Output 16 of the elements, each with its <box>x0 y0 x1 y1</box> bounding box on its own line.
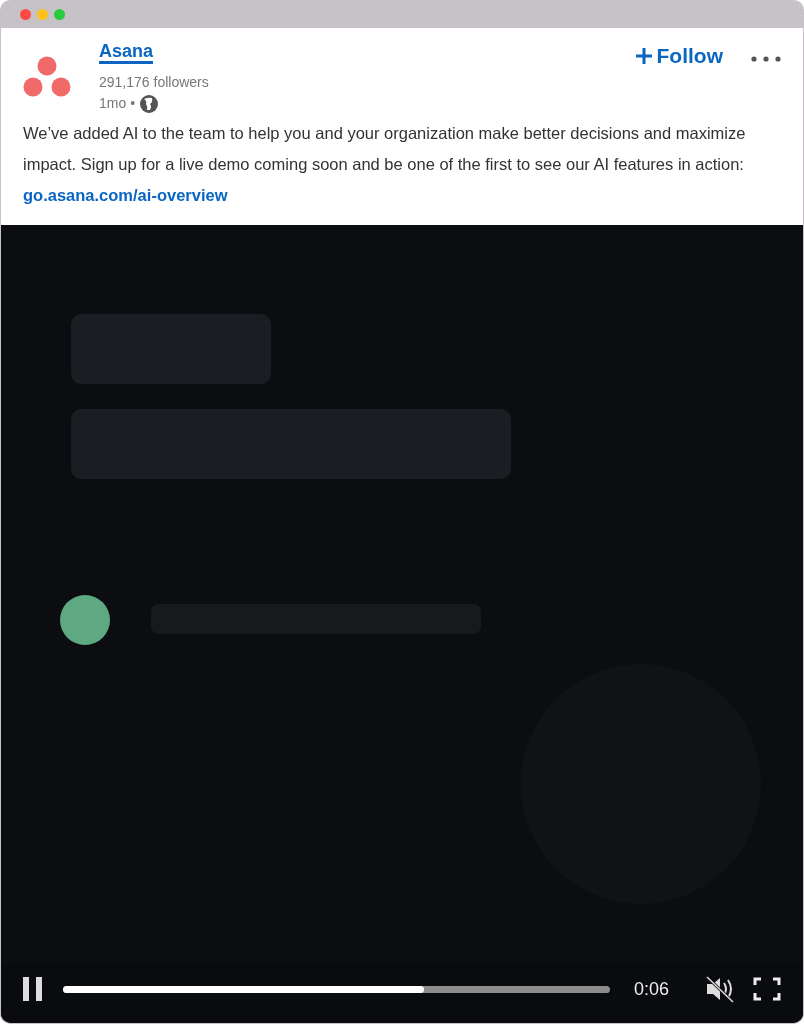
more-options-icon[interactable] <box>751 56 781 62</box>
post-age: 1mo <box>99 94 127 113</box>
logo-icon[interactable] <box>23 56 71 98</box>
pause-button[interactable] <box>21 976 45 1002</box>
post-text: We’ve added AI to the team to help you and your organization make better decisions and maximize impact. Sign up for a live demo coming soon and be one of the first to see our AI features in action: go.asana.com/ai-overview <box>23 123 747 206</box>
company-name-link[interactable]: Asana <box>99 41 154 64</box>
plus-icon <box>634 46 653 65</box>
globe-icon <box>139 93 160 114</box>
fullscreen-icon[interactable] <box>753 977 781 1001</box>
overview-link[interactable]: go.asana.com/ai-overview <box>23 186 228 204</box>
separator: • <box>130 94 136 113</box>
progress-bar[interactable] <box>63 985 610 993</box>
video-time: 0:06 <box>633 977 669 1001</box>
followers-count: 291,176 followers <box>99 73 210 92</box>
muted-speaker-icon[interactable] <box>705 975 735 1003</box>
follow-button[interactable]: Follow <box>630 40 727 72</box>
